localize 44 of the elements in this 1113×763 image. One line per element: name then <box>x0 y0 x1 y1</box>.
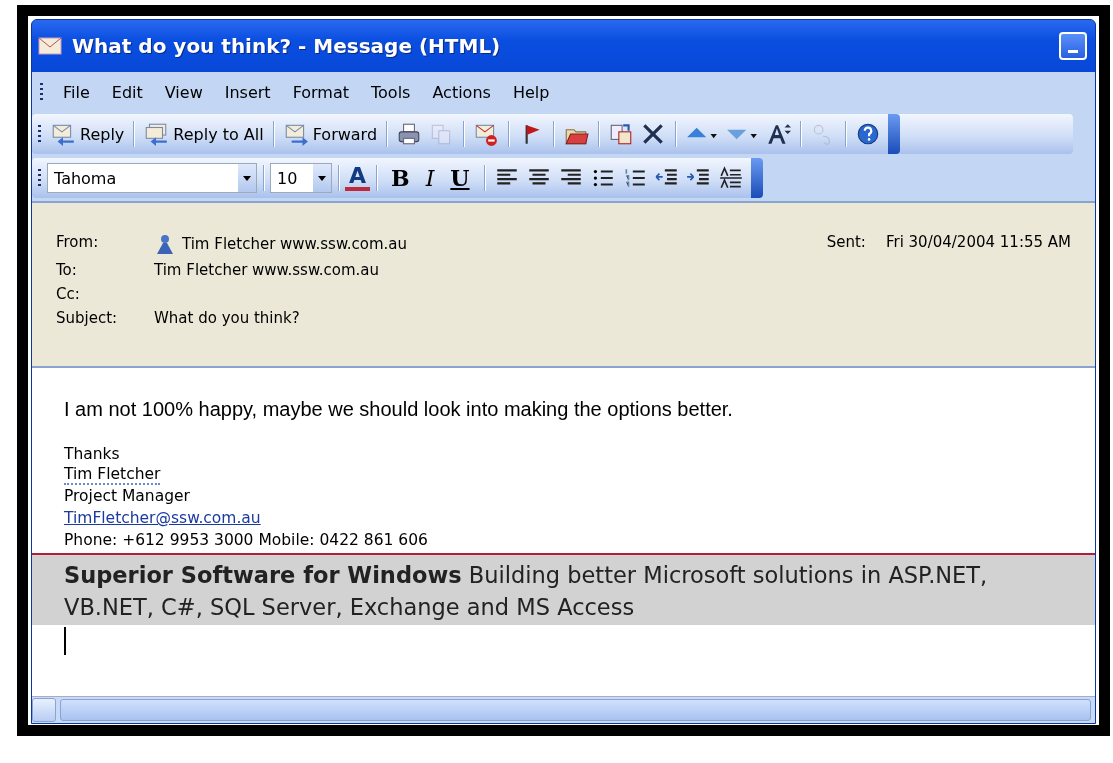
menu-item[interactable]: Actions <box>424 78 499 106</box>
menu-item[interactable]: Tools <box>363 78 419 106</box>
envelope-icon <box>38 37 62 55</box>
window-title: What do you think? - Message (HTML) <box>72 34 502 58</box>
field-value: What do you think? <box>154 309 300 327</box>
font-color-button[interactable]: A <box>345 165 371 191</box>
field-label: Sent: <box>826 233 866 251</box>
caret-icon <box>317 175 327 181</box>
person-icon <box>154 233 176 255</box>
font-dropdown[interactable]: Tahoma <box>47 163 257 193</box>
font-size-dropdown[interactable]: 10 <box>270 163 332 193</box>
menu-item[interactable]: View <box>156 78 211 106</box>
bold-button[interactable]: B <box>383 165 418 191</box>
signature-line: Project Manager <box>64 486 190 507</box>
menu-item[interactable]: Insert <box>216 78 279 106</box>
minimize-button[interactable] <box>1059 32 1087 60</box>
email-link[interactable]: TimFletcher@ssw.com.au <box>64 507 261 529</box>
paragraph-style-icon <box>717 165 744 191</box>
underline-button[interactable]: U <box>442 165 478 191</box>
signature-line: Tim Fletcher <box>64 465 161 485</box>
field-value: Tim Fletcher www.ssw.com.au <box>154 261 380 279</box>
field-label: To: <box>56 261 78 279</box>
signature-banner: Superior Software for Windows Building better Microsoft solutions in ASP.NET, VB.NET, C#, SQL Server, Exchange and MS Access <box>32 553 1095 625</box>
menu-item[interactable]: Help <box>504 78 558 106</box>
field-value: Fri 30/04/2004 11:55 AM <box>885 233 1071 251</box>
caret-icon <box>242 175 252 181</box>
toolbar-options-button[interactable] <box>750 158 763 198</box>
toolbar-button[interactable]: Reply to All <box>140 119 267 149</box>
menu-item[interactable]: File <box>55 78 98 106</box>
field-label: From: <box>56 233 100 253</box>
toolbar-button[interactable]: Reply <box>47 119 128 149</box>
italic-button[interactable]: I <box>417 165 443 191</box>
signature-line: Phone: +612 9953 3000 Mobile: 0422 861 606 <box>64 530 428 551</box>
field-value: Tim Fletcher www.ssw.com.au <box>182 235 408 253</box>
field-label: Cc: <box>56 285 81 303</box>
message-text: I am not 100% happy, maybe we should look into making the options better. <box>63 398 734 421</box>
toolbar-options-button[interactable] <box>888 114 901 154</box>
signature-line: Thanks <box>64 444 120 465</box>
menu-item[interactable]: Edit <box>103 78 151 106</box>
toolbar-button[interactable]: Forward <box>279 119 381 149</box>
scrollbar-thumb[interactable] <box>60 699 1091 721</box>
menu-item[interactable]: Format <box>284 78 357 106</box>
reply-all-icon <box>143 121 170 147</box>
field-label: Subject: <box>56 309 119 327</box>
